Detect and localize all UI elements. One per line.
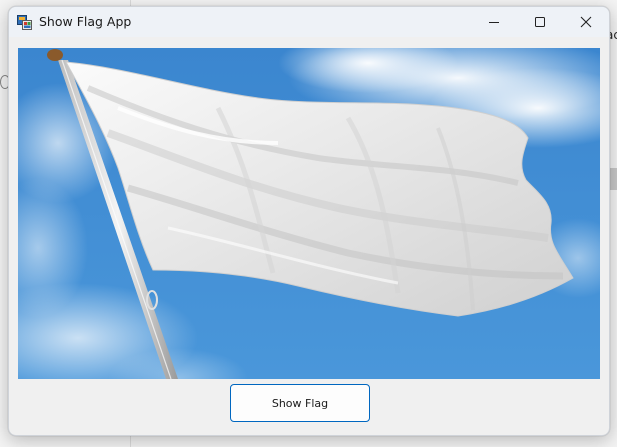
show-flag-button[interactable]: Show Flag — [230, 384, 370, 422]
window-title: Show Flag App — [39, 14, 132, 29]
close-icon — [580, 16, 592, 28]
flag-image — [18, 48, 600, 379]
app-icon — [17, 15, 32, 30]
flag-picture-box — [18, 48, 600, 379]
title-bar[interactable]: Show Flag App — [9, 7, 609, 37]
maximize-button[interactable] — [517, 7, 563, 37]
maximize-icon — [535, 17, 545, 27]
minimize-icon — [489, 22, 499, 23]
close-button[interactable] — [563, 7, 609, 37]
show-flag-window: Show Flag App Show Flag — [8, 6, 610, 436]
pole-finial — [47, 49, 63, 61]
minimize-button[interactable] — [471, 7, 517, 37]
